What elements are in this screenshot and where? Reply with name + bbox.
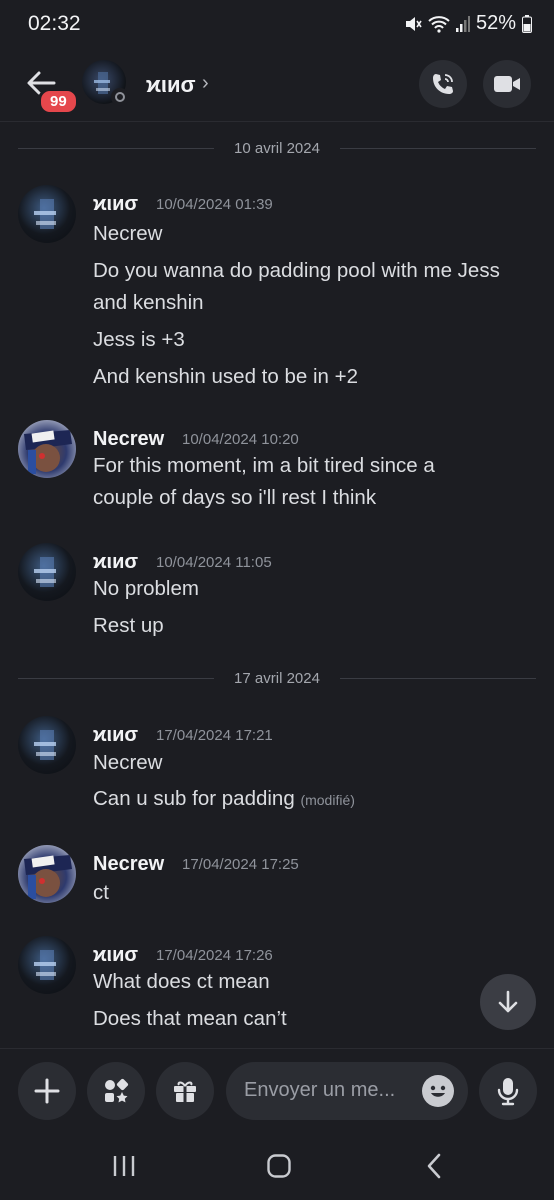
message-text[interactable]: Necrew (93, 747, 543, 779)
voice-call-button[interactable] (419, 60, 467, 108)
message-input[interactable]: Envoyer un me... (226, 1062, 468, 1120)
message-group[interactable]: ϰιиσ 10/04/2024 01:39 Necrew Do you wann… (18, 185, 538, 395)
apps-button[interactable] (87, 1062, 145, 1120)
message-text[interactable]: No problem (93, 573, 543, 605)
mute-icon (405, 16, 422, 31)
phone-call-icon (433, 74, 453, 94)
chat-header: 99 ϰιиσ › (0, 52, 554, 122)
channel-name[interactable]: ϰιиσ (146, 72, 196, 98)
chevron-right-icon[interactable]: › (202, 72, 209, 95)
message-composer: Envoyer un me... (0, 1048, 554, 1132)
message-author[interactable]: Necrew (93, 853, 164, 876)
message-text[interactable]: And kenshin used to be in +2 (93, 361, 543, 393)
message-timestamp: 17/04/2024 17:26 (156, 947, 273, 964)
avatar[interactable] (18, 185, 76, 243)
message-text[interactable]: Do you wanna do padding pool with me Jes… (93, 255, 543, 287)
recent-apps-button[interactable] (104, 1150, 144, 1182)
message-timestamp: 10/04/2024 11:05 (156, 554, 272, 571)
home-button[interactable] (259, 1150, 299, 1182)
home-icon (267, 1154, 291, 1178)
signal-icon (455, 15, 470, 32)
apps-icon (105, 1078, 129, 1103)
video-camera-icon (494, 76, 520, 92)
message-author[interactable]: ϰιиσ (93, 944, 138, 967)
arrow-down-icon (498, 990, 518, 1013)
gift-button[interactable] (156, 1062, 214, 1120)
message-text[interactable]: Rest up (93, 610, 543, 642)
message-timestamp: 17/04/2024 17:25 (182, 856, 299, 873)
recent-apps-icon (113, 1156, 135, 1176)
message-list[interactable]: 10 avril 2024 ϰιиσ 10/04/2024 01:39 Necr… (0, 123, 554, 1048)
offline-status-indicator (111, 88, 129, 106)
status-bar: 02:32 52% (0, 0, 554, 52)
message-group[interactable]: ϰιиσ 10/04/2024 11:05 No problem Rest up (18, 543, 538, 643)
message-author[interactable]: ϰιиσ (93, 193, 138, 216)
microphone-icon (497, 1078, 519, 1106)
avatar[interactable] (18, 936, 76, 994)
date-label: 17 avril 2024 (224, 670, 330, 687)
message-text[interactable]: What does ct mean (93, 966, 543, 998)
plus-icon (34, 1078, 60, 1104)
avatar[interactable] (18, 845, 76, 903)
back-nav-icon (427, 1153, 441, 1179)
message-text[interactable]: For this moment, im a bit tired since a (93, 450, 543, 482)
date-separator: 17 avril 2024 (18, 667, 536, 691)
message-timestamp: 17/04/2024 17:21 (156, 727, 273, 744)
message-text[interactable]: and kenshin (93, 287, 543, 319)
emoji-button[interactable] (422, 1075, 454, 1107)
battery-icon (522, 14, 532, 33)
message-text[interactable]: Can u sub for padding (modifié) (93, 783, 543, 816)
message-text[interactable]: Does that mean can’t (93, 1003, 543, 1035)
message-text[interactable]: couple of days so i'll rest I think (93, 482, 543, 514)
wifi-icon (428, 15, 450, 33)
message-group[interactable]: ϰιиσ 17/04/2024 17:26 What does ct mean … (18, 936, 538, 1046)
avatar[interactable] (18, 420, 76, 478)
unread-badge: 99 (38, 88, 79, 115)
message-timestamp: 10/04/2024 01:39 (156, 196, 273, 213)
avatar[interactable] (18, 543, 76, 601)
system-navigation-bar (0, 1132, 554, 1200)
emoji-icon (430, 1085, 446, 1097)
date-separator: 10 avril 2024 (18, 137, 536, 161)
status-icons: 52% (404, 12, 532, 35)
message-timestamp: 10/04/2024 10:20 (182, 431, 299, 448)
status-time: 02:32 (28, 12, 81, 35)
message-text-content: Can u sub for padding (93, 787, 295, 810)
message-group[interactable]: Necrew 10/04/2024 10:20 For this moment,… (18, 420, 538, 520)
add-attachment-button[interactable] (18, 1062, 76, 1120)
back-nav-button[interactable] (414, 1150, 454, 1182)
message-text[interactable]: ct (93, 877, 543, 909)
scroll-to-bottom-button[interactable] (480, 974, 536, 1030)
message-author[interactable]: Necrew (93, 428, 164, 451)
edited-label: (modifié) (300, 792, 355, 808)
video-call-button[interactable] (483, 60, 531, 108)
gift-icon (174, 1081, 196, 1102)
voice-message-button[interactable] (479, 1062, 537, 1120)
message-author[interactable]: ϰιиσ (93, 551, 138, 574)
battery-percent: 52% (475, 12, 516, 34)
message-group[interactable]: Necrew 17/04/2024 17:25 ct (18, 845, 538, 915)
message-text[interactable]: Jess is +3 (93, 324, 543, 356)
message-input-placeholder: Envoyer un me... (244, 1079, 396, 1101)
avatar[interactable] (18, 716, 76, 774)
message-text[interactable]: Necrew (93, 218, 543, 250)
message-author[interactable]: ϰιиσ (93, 724, 138, 747)
message-group[interactable]: ϰιиσ 17/04/2024 17:21 Necrew Can u sub f… (18, 716, 538, 816)
date-label: 10 avril 2024 (224, 140, 330, 157)
